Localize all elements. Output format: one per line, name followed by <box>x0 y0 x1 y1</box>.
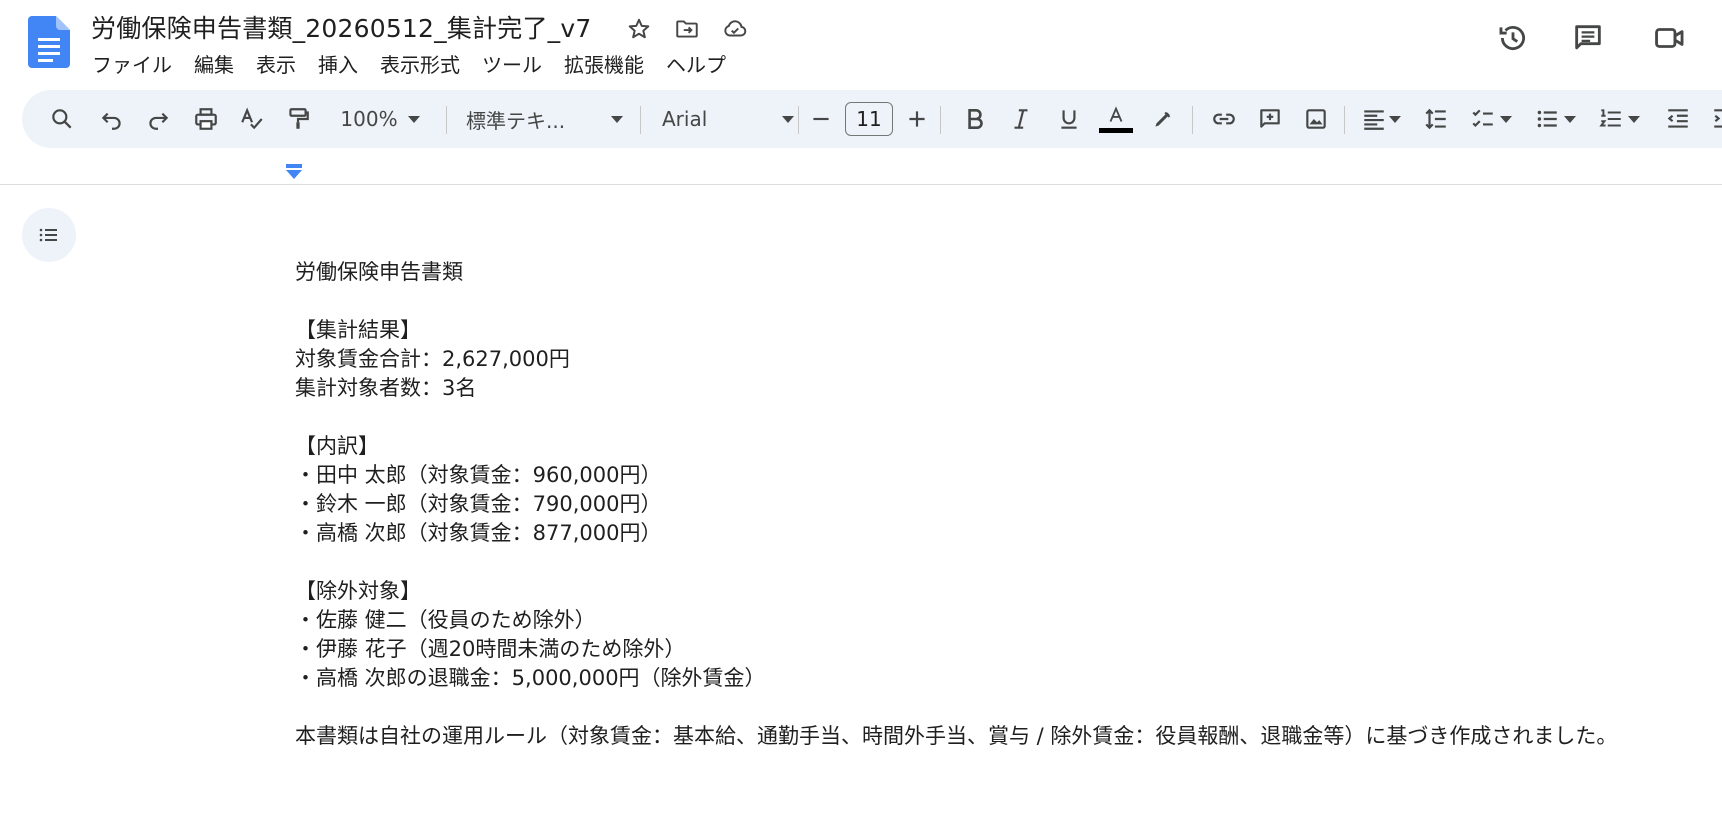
highlight-icon[interactable] <box>1144 90 1182 148</box>
decrease-indent-icon[interactable] <box>1658 90 1698 148</box>
cloud-saved-icon[interactable] <box>720 14 750 44</box>
paragraph: 【集計結果】 <box>295 318 421 342</box>
empty-paragraph <box>295 548 1715 577</box>
search-menus-icon[interactable] <box>42 90 82 148</box>
paragraph: ・高橋 次郎（対象賃金：877,000円） <box>295 521 662 545</box>
bulleted-list-select[interactable] <box>1526 90 1584 148</box>
menu-insert[interactable]: 挿入 <box>318 47 370 80</box>
undo-icon[interactable] <box>92 90 132 148</box>
paragraph: 【内訳】 <box>295 434 379 458</box>
star-icon[interactable] <box>624 14 654 44</box>
menu-file[interactable]: ファイル <box>92 47 184 80</box>
ruler-divider <box>0 184 1722 185</box>
font-size-input[interactable]: 11 <box>845 102 893 136</box>
menu-help[interactable]: ヘルプ <box>666 47 738 80</box>
paragraph: 労働保険申告書類 <box>295 260 463 284</box>
chevron-down-icon <box>611 115 623 123</box>
checklist-select[interactable] <box>1462 90 1520 148</box>
font-select[interactable]: Arial <box>662 90 807 148</box>
toolbar-divider <box>798 106 799 134</box>
font-value: Arial <box>662 107 708 131</box>
toolbar: 100% 標準テキ... Arial 11 <box>22 90 1722 148</box>
paragraph: 本書類は自社の運用ルール（対象賃金：基本給、通勤手当、時間外手当、賞与 / 除外… <box>295 724 1618 748</box>
meet-icon[interactable] <box>1650 18 1690 58</box>
align-select[interactable] <box>1354 90 1408 148</box>
paint-format-icon[interactable] <box>278 90 318 148</box>
paragraph: ・高橋 次郎の退職金：5,000,000円（除外賃金） <box>295 666 766 690</box>
print-icon[interactable] <box>186 90 226 148</box>
indent-marker-icon[interactable] <box>284 164 304 180</box>
spellcheck-icon[interactable] <box>232 90 272 148</box>
document-body[interactable]: 労働保険申告書類 【集計結果】対象賃金合計：2,627,000円 集計対象者数：3名… <box>295 258 1715 751</box>
chevron-down-icon <box>1564 115 1576 123</box>
empty-paragraph <box>295 287 1715 316</box>
zoom-value: 100% <box>340 107 398 131</box>
decrease-font-size-icon[interactable] <box>804 90 838 148</box>
document-outline-button[interactable] <box>22 208 76 262</box>
menu-view[interactable]: 表示 <box>256 47 308 80</box>
chevron-down-icon <box>407 115 420 123</box>
toolbar-divider <box>1344 106 1345 134</box>
paragraph: ・伊藤 花子（週20時間未満のため除外） <box>295 637 686 661</box>
numbered-list-select[interactable] <box>1590 90 1648 148</box>
text-color-icon[interactable] <box>1094 90 1138 148</box>
line-spacing-icon[interactable] <box>1416 90 1456 148</box>
zoom-select[interactable]: 100% <box>330 90 430 148</box>
menu-tools[interactable]: ツール <box>482 47 554 80</box>
toolbar-divider <box>1192 106 1193 134</box>
add-comment-icon[interactable] <box>1250 90 1290 148</box>
menu-bar: ファイル 編集 表示 挿入 表示形式 ツール 拡張機能 ヘルプ <box>92 47 748 80</box>
bold-icon[interactable] <box>956 90 994 148</box>
version-history-icon[interactable] <box>1493 18 1533 58</box>
paragraph: ・田中 太郎（対象賃金：960,000円） <box>295 463 662 487</box>
increase-indent-icon[interactable] <box>1704 90 1722 148</box>
toolbar-divider <box>446 106 447 134</box>
chevron-down-icon <box>1389 115 1401 123</box>
italic-icon[interactable] <box>1002 90 1040 148</box>
style-select[interactable]: 標準テキ... <box>466 90 646 148</box>
docs-logo-icon[interactable] <box>28 16 70 68</box>
empty-paragraph <box>295 403 1715 432</box>
redo-icon[interactable] <box>138 90 178 148</box>
paragraph: ・鈴木 一郎（対象賃金：790,000円） <box>295 492 662 516</box>
chevron-down-icon <box>782 115 794 123</box>
outline-icon <box>39 228 57 242</box>
toolbar-divider <box>640 106 641 134</box>
paragraph: 集計対象者数：3名 <box>295 376 477 400</box>
paragraph: 対象賃金合計：2,627,000円 <box>295 347 570 371</box>
insert-link-icon[interactable] <box>1204 90 1244 148</box>
comments-icon[interactable] <box>1568 18 1608 58</box>
insert-image-icon[interactable] <box>1296 90 1336 148</box>
text-color-bar <box>1099 128 1133 133</box>
empty-paragraph <box>295 693 1715 722</box>
chevron-down-icon <box>1500 115 1512 123</box>
style-value: 標準テキ... <box>466 108 566 133</box>
underline-icon[interactable] <box>1050 90 1088 148</box>
move-to-folder-icon[interactable] <box>672 14 702 44</box>
chevron-down-icon <box>1628 115 1640 123</box>
toolbar-divider <box>940 106 941 134</box>
paragraph: ・佐藤 健二（役員のため除外） <box>295 608 596 632</box>
menu-extensions[interactable]: 拡張機能 <box>564 47 656 80</box>
paragraph: 【除外対象】 <box>295 579 421 603</box>
menu-edit[interactable]: 編集 <box>194 47 246 80</box>
document-title[interactable]: 労働保険申告書類_20260512_集計完了_v7 <box>91 9 591 45</box>
increase-font-size-icon[interactable] <box>900 90 934 148</box>
menu-format[interactable]: 表示形式 <box>380 47 472 80</box>
